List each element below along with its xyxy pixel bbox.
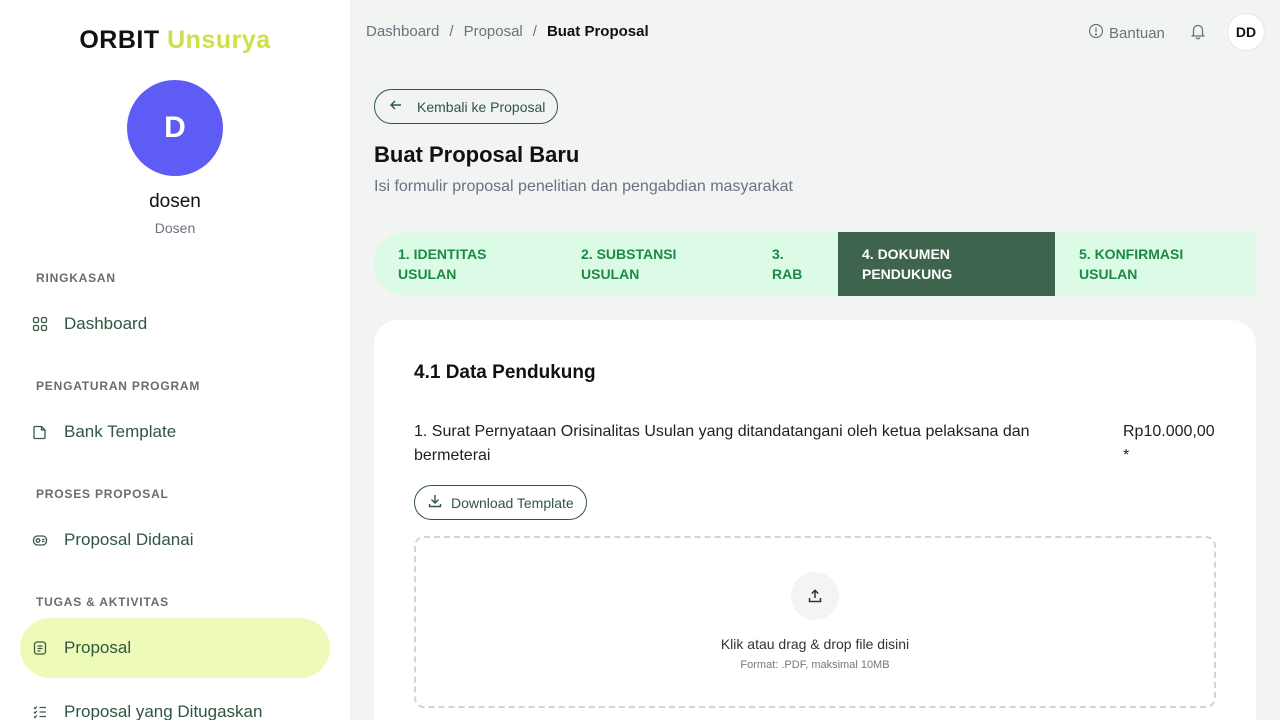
upload-icon [791,572,839,620]
help-label: Bantuan [1109,24,1165,42]
sidebar-item-bank-template[interactable]: Bank Template [20,402,330,462]
step-substansi-usulan[interactable]: 2. SUBSTANSI USULAN [557,232,748,296]
required-mark: * [1123,447,1130,464]
document-price-value: Rp10.000,00 [1123,423,1215,440]
step-konfirmasi-usulan[interactable]: 5. KONFIRMASI USULAN [1055,232,1256,296]
step-rab[interactable]: 3. RAB [748,232,838,296]
file-dropzone[interactable]: Klik atau drag & drop file disini Format… [414,536,1216,708]
step-dokumen-pendukung[interactable]: 4. DOKUMEN PENDUKUNG [838,232,1055,296]
breadcrumb-current: Buat Proposal [546,23,649,40]
user-menu-avatar[interactable]: DD [1227,13,1265,51]
sidebar-item-proposal[interactable]: Proposal [20,618,330,678]
page-subtitle: Isi formulir proposal penelitian dan pen… [374,178,793,195]
breadcrumb-dashboard[interactable]: Dashboard [366,23,439,40]
card-title: 4.1 Data Pendukung [414,362,596,383]
download-template-label: Download Template [451,494,574,511]
money-icon [32,532,48,548]
document-price: Rp10.000,00 * [1123,420,1215,468]
sidebar: ORBIT Unsurya D dosen Dosen RINGKASAN Da… [0,0,350,720]
arrow-left-icon [389,98,403,115]
task-list-icon [32,704,48,720]
grid-icon [32,316,48,332]
sidebar-item-label: Proposal yang Ditugaskan [64,702,263,720]
dropzone-main-text: Klik atau drag & drop file disini [720,636,910,652]
breadcrumb: Dashboard / Proposal / Buat Proposal [366,23,649,40]
sidebar-item-label: Dashboard [64,314,148,333]
sidebar-item-label: Bank Template [64,422,177,441]
download-template-button[interactable]: Download Template [414,485,587,520]
breadcrumb-proposal[interactable]: Proposal [464,23,523,40]
file-list-icon [32,640,48,656]
sidebar-item-dashboard[interactable]: Dashboard [20,294,330,354]
section-title-pengaturan: PENGATURAN PROGRAM [36,379,201,393]
user-name: dosen [149,191,201,212]
sidebar-item-proposal-ditugaskan[interactable]: Proposal yang Ditugaskan [20,682,330,720]
form-stepper: 1. IDENTITAS USULAN 2. SUBSTANSI USULAN … [374,232,1256,296]
data-pendukung-card: 4.1 Data Pendukung 1. Surat Pernyataan O… [374,320,1256,720]
document-icon [32,424,48,440]
document-label: 1. Surat Pernyataan Orisinalitas Usulan … [414,423,1030,464]
section-title-proses: PROSES PROPOSAL [36,487,169,501]
page-title: Buat Proposal Baru [374,142,580,167]
user-avatar: D [127,80,223,176]
user-role: Dosen [154,220,196,236]
sidebar-item-label: Proposal Didanai [64,530,194,549]
breadcrumb-separator: / [449,23,454,40]
brand-accent: Unsurya [167,26,271,54]
breadcrumb-separator: / [532,23,537,40]
back-button-label: Kembali ke Proposal [417,98,546,115]
step-identitas-usulan[interactable]: 1. IDENTITAS USULAN [374,232,557,296]
section-title-ringkasan: RINGKASAN [36,271,116,285]
dropzone-sub-text: Format: .PDF, maksimal 10MB [740,659,890,671]
brand-primary: ORBIT [79,26,160,54]
sidebar-item-proposal-didanai[interactable]: Proposal Didanai [20,510,330,570]
download-icon [427,493,443,512]
info-icon [1088,23,1104,43]
bell-icon[interactable] [1189,22,1207,40]
brand-logo[interactable]: ORBIT Unsurya [0,26,350,55]
help-button[interactable]: Bantuan [1088,23,1165,43]
back-to-proposal-button[interactable]: Kembali ke Proposal [374,89,559,124]
sidebar-item-label: Proposal [64,638,132,657]
section-title-tugas: TUGAS & AKTIVITAS [36,595,169,609]
